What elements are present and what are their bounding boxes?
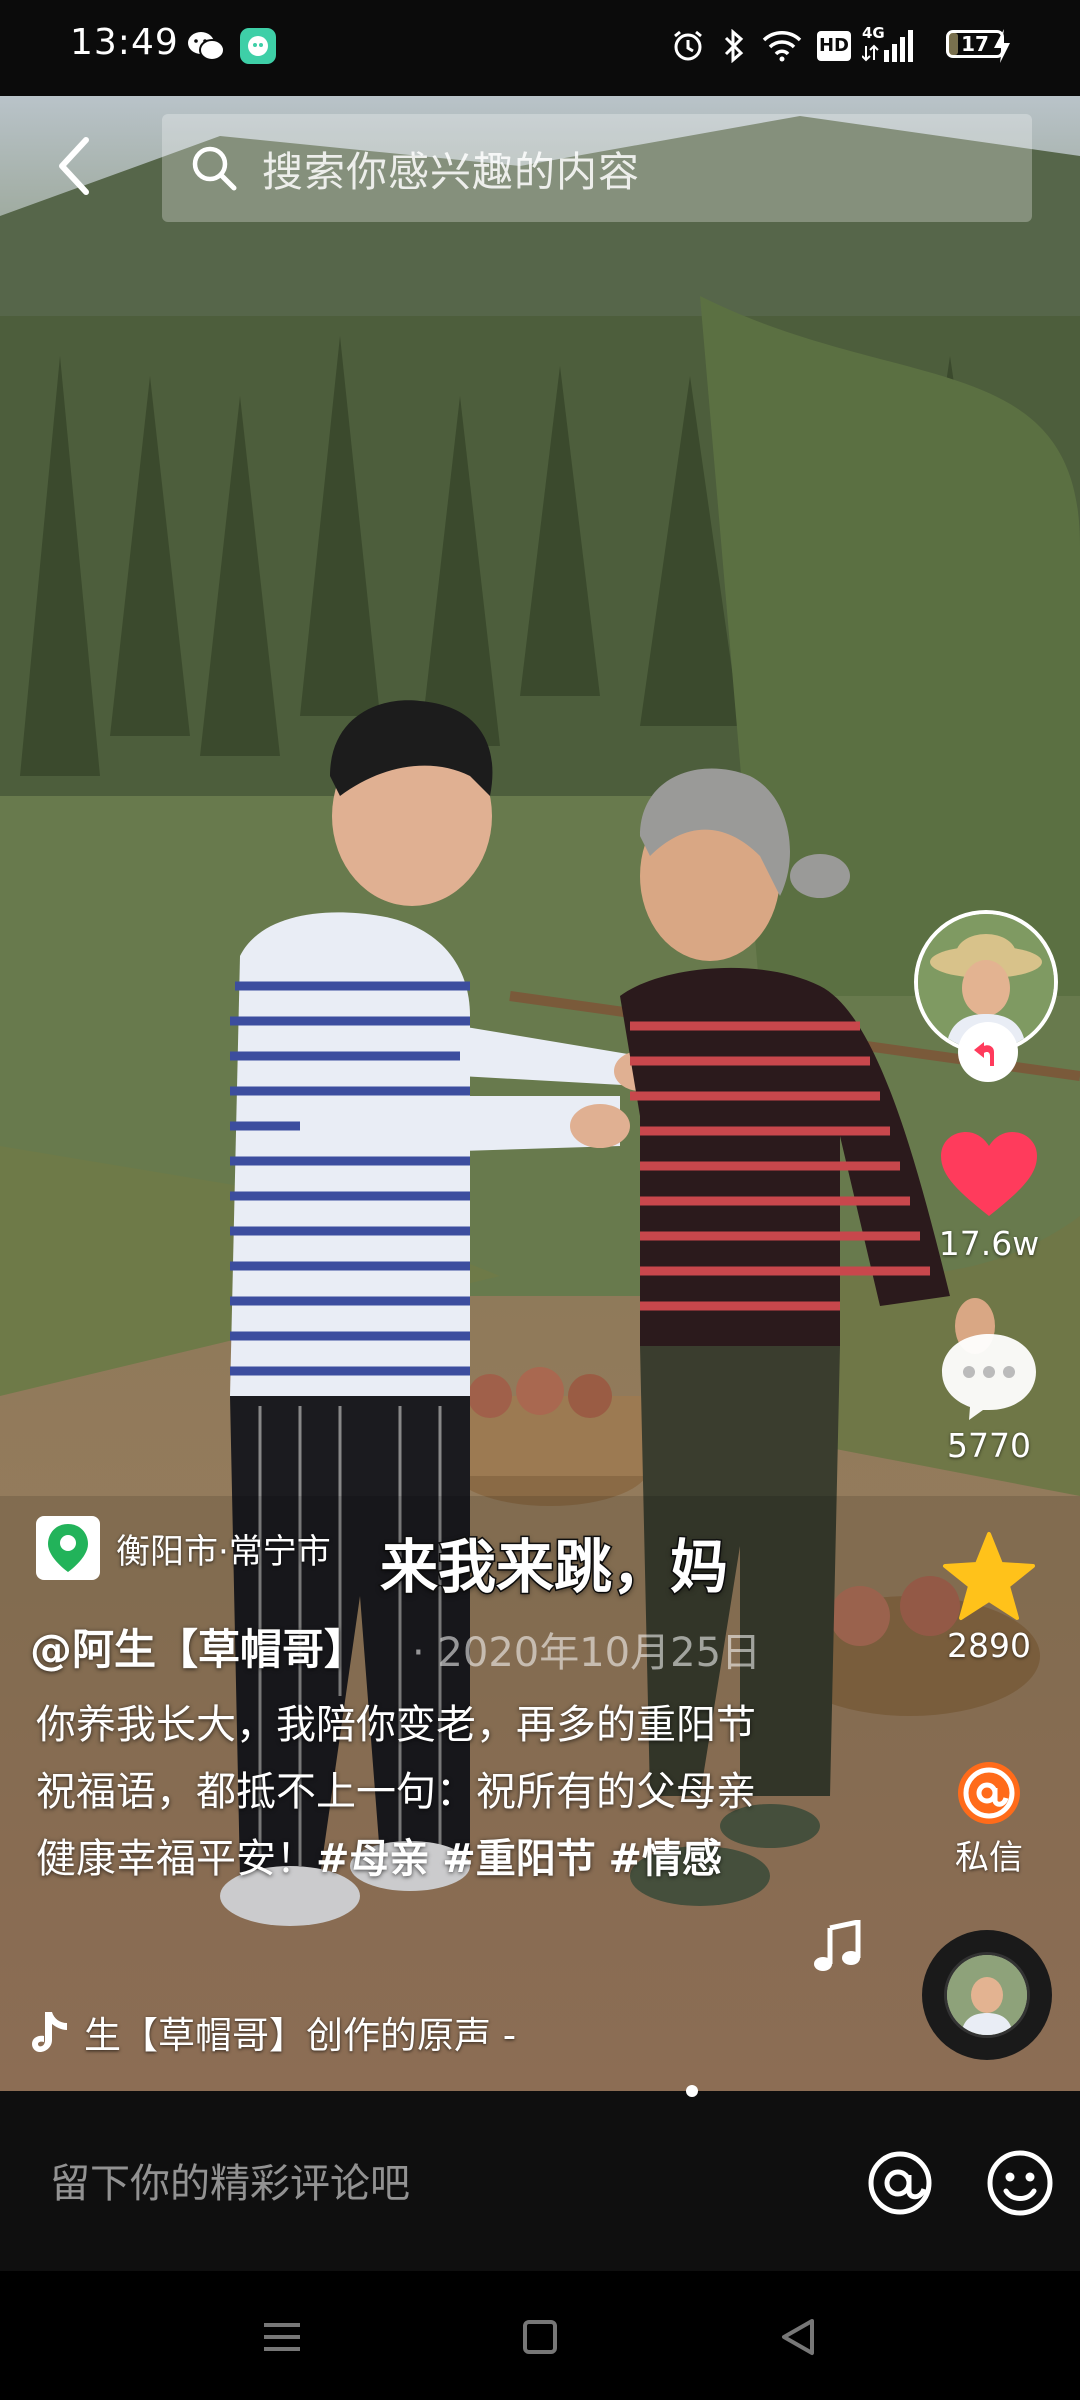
bluetooth-icon [716, 24, 752, 68]
square-home-icon [523, 2320, 557, 2354]
signal-icon: 4G [862, 24, 916, 68]
nav-menu-button[interactable] [252, 2307, 312, 2367]
triangle-back-icon [782, 2319, 814, 2355]
video-subtitle: 来我来跳，妈 [378, 1532, 729, 1603]
like-count: 17.6w [938, 1224, 1040, 1263]
comment-bubble-icon [942, 1334, 1036, 1420]
mention-button[interactable] [864, 2147, 936, 2219]
search-icon [192, 146, 237, 191]
music-info[interactable]: 生【草帽哥】创作的原声 - [30, 2004, 516, 2060]
location-tag[interactable]: 衡阳市·常宁市 [36, 1516, 331, 1580]
video-caption: 你养我长大，我陪你变老，再多的重阳节祝福语，都抵不上一句：祝所有的父母亲健康幸福… [36, 1692, 766, 1893]
tiktok-note-icon [32, 2012, 67, 2052]
comment-button[interactable]: 5770 [934, 1330, 1044, 1465]
progress-indicator-dot [686, 2085, 698, 2097]
undo-follow-icon [974, 1042, 994, 1066]
music-disc-cover [944, 1952, 1030, 2038]
heart-icon [941, 1132, 1037, 1216]
location-pin-icon [36, 1516, 100, 1580]
search-bar[interactable]: 搜索你感兴趣的内容 [162, 114, 1032, 222]
emoji-button[interactable] [984, 2147, 1056, 2219]
wifi-icon [760, 24, 804, 68]
back-button[interactable] [40, 130, 112, 202]
location-text: 衡阳市·常宁市 [116, 1531, 331, 1572]
like-button[interactable]: 17.6w [934, 1130, 1044, 1263]
hashtag-emotion[interactable]: #情感 [608, 1836, 722, 1882]
hd-icon: HD [816, 24, 852, 68]
author-name[interactable]: @阿生【草帽哥】 [30, 1616, 366, 1677]
nav-back-button[interactable] [768, 2307, 828, 2367]
system-nav-bar [0, 2271, 1080, 2400]
status-time: 13:49 [70, 22, 179, 63]
comment-count: 5770 [947, 1426, 1031, 1465]
battery-level: 17 [961, 32, 989, 56]
music-note-icon [810, 1918, 866, 1980]
at-icon [868, 2151, 932, 2215]
hd-label: HD [817, 31, 851, 61]
favorite-button[interactable]: 2890 [934, 1530, 1044, 1665]
star-icon [943, 1532, 1035, 1620]
smiley-icon [987, 2150, 1053, 2216]
wechat-icon [186, 24, 226, 68]
comment-bar: 留下你的精彩评论吧 [0, 2091, 1080, 2271]
menu-icon [264, 2323, 300, 2351]
app-notification-icon [238, 24, 278, 68]
comment-input[interactable]: 留下你的精彩评论吧 [50, 2151, 410, 2209]
follow-button[interactable] [958, 1022, 1018, 1082]
message-label: 私信 [955, 1838, 1023, 1878]
nav-home-button[interactable] [510, 2307, 570, 2367]
hashtag-double-ninth[interactable]: #重阳节 [442, 1836, 596, 1882]
battery-fill [949, 33, 958, 55]
back-arrow-icon [59, 137, 89, 195]
alarm-icon [668, 24, 708, 68]
favorite-count: 2890 [947, 1626, 1031, 1665]
search-input[interactable]: 搜索你感兴趣的内容 [262, 138, 640, 198]
message-button[interactable]: 私信 [934, 1760, 1044, 1879]
charging-icon [990, 24, 1014, 68]
music-title: 生【草帽哥】创作的原声 - [84, 2014, 517, 2057]
hashtag-mother[interactable]: #母亲 [316, 1836, 430, 1882]
music-disc-button[interactable] [922, 1930, 1052, 2060]
post-date: · 2020年10月25日 [412, 1630, 762, 1676]
at-message-icon [958, 1762, 1020, 1824]
status-bar: 13:49 HD 4G 17 [0, 0, 1080, 96]
